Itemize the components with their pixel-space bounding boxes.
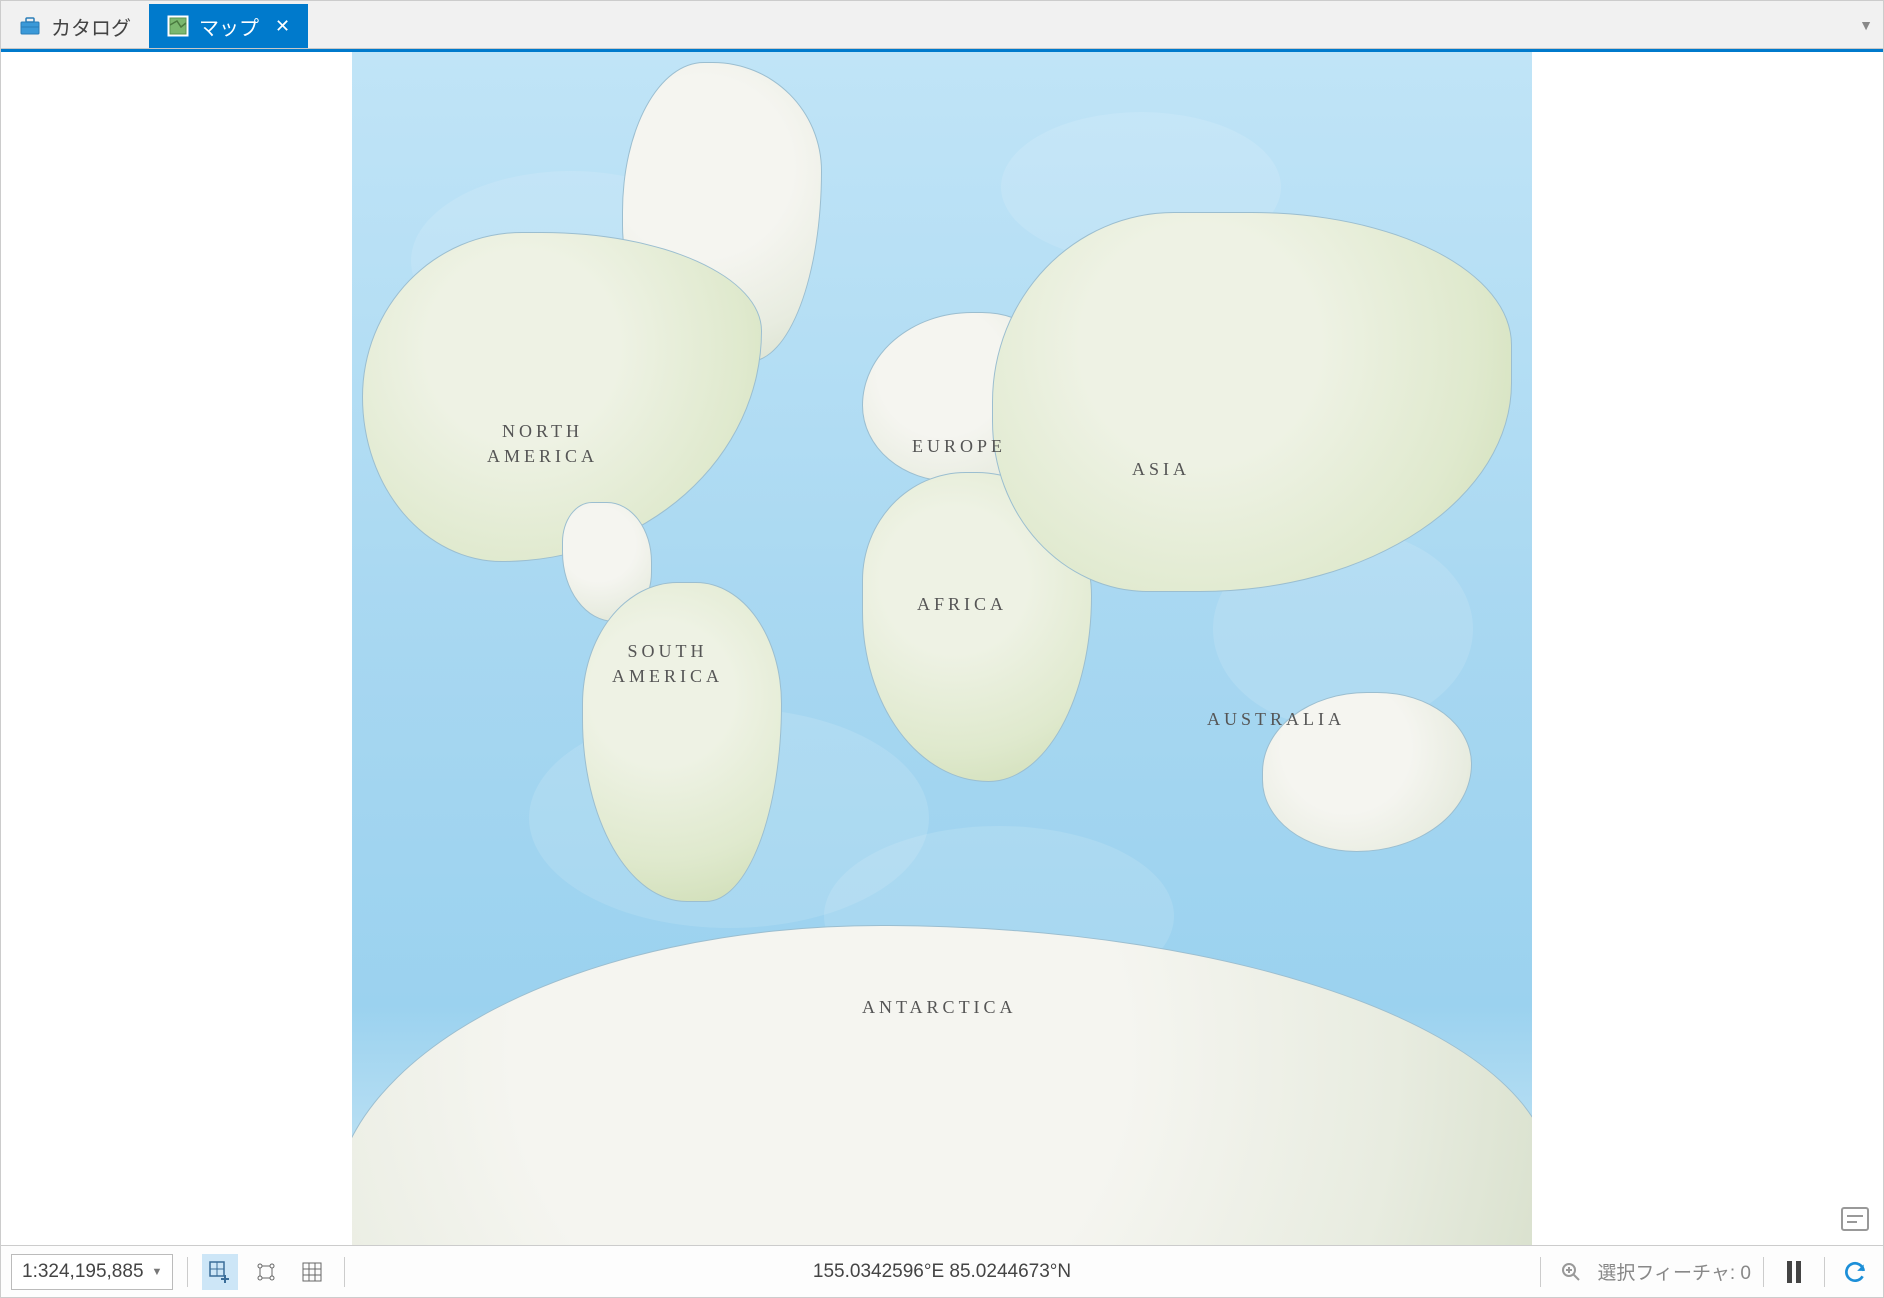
tab-catalog-label: カタログ (51, 12, 131, 41)
scale-value: 1:324,195,885 (22, 1261, 144, 1283)
separator (1824, 1257, 1825, 1287)
tab-bar: カタログ マップ ✕ ▼ (1, 1, 1883, 49)
separator (1763, 1257, 1764, 1287)
snap-settings-button[interactable] (248, 1254, 284, 1290)
map-icon (167, 15, 189, 37)
separator (187, 1257, 188, 1287)
layer-list-icon[interactable] (1841, 1207, 1869, 1231)
world-map[interactable]: NORTH AMERICA SOUTH AMERICA EUROPE AFRIC… (352, 52, 1532, 1245)
chevron-down-icon: ▼ (152, 1266, 163, 1278)
tab-map[interactable]: マップ ✕ (149, 4, 308, 48)
tab-catalog[interactable]: カタログ (1, 4, 149, 48)
coordinate-display: 155.0342596°E 85.0244673°N (813, 1261, 1071, 1283)
briefcase-icon (19, 15, 41, 37)
pause-icon (1787, 1261, 1801, 1283)
selection-label: 選択フィーチャ: (1597, 1263, 1735, 1284)
refresh-button[interactable] (1837, 1254, 1873, 1290)
pause-draw-button[interactable] (1776, 1254, 1812, 1290)
zoom-selection-button[interactable] (1553, 1254, 1589, 1290)
snap-grid-add-button[interactable] (202, 1254, 238, 1290)
grid-button[interactable] (294, 1254, 330, 1290)
separator (1540, 1257, 1541, 1287)
tab-overflow-menu[interactable]: ▼ (1859, 17, 1873, 33)
scale-dropdown[interactable]: 1:324,195,885 ▼ (11, 1254, 173, 1290)
map-viewport[interactable]: NORTH AMERICA SOUTH AMERICA EUROPE AFRIC… (1, 52, 1883, 1245)
tab-map-label: マップ (199, 12, 259, 41)
separator (344, 1257, 345, 1287)
close-icon[interactable]: ✕ (269, 16, 290, 37)
selection-count: 0 (1740, 1263, 1751, 1284)
status-bar: 1:324,195,885 ▼ 155.0342596°E 85.0244673… (1, 1245, 1883, 1297)
